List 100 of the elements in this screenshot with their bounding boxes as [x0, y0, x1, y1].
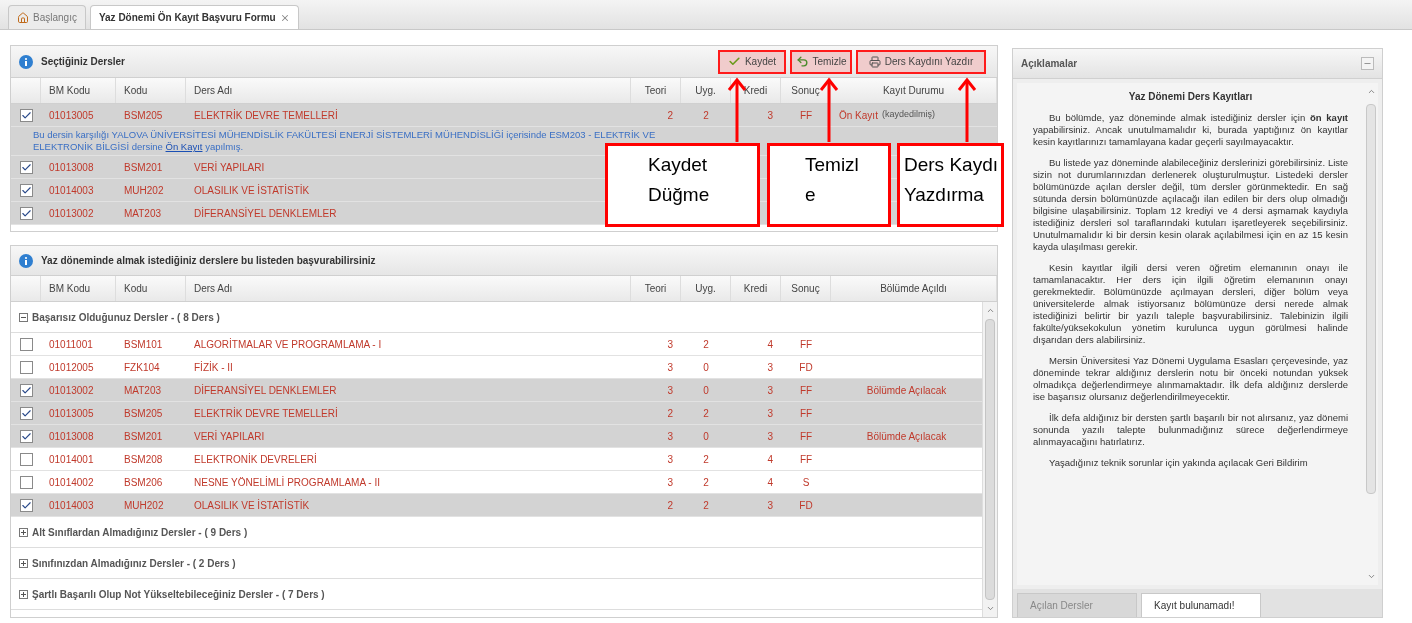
table-cell-text: DİFERANSİYEL DENKLEMLER — [194, 206, 337, 221]
toolbar-button[interactable]: Ders Kaydını Yazdır — [856, 49, 986, 74]
table-cell-text: 0 — [703, 383, 709, 398]
table-cell-text: FF — [799, 452, 813, 467]
table-cell-text: 3 — [667, 383, 673, 398]
table-cell-text: MAT203 — [124, 206, 162, 221]
close-icon[interactable] — [279, 12, 290, 23]
expand-icon[interactable] — [19, 527, 28, 537]
table-cell-text: Bölümde Açılacak — [866, 429, 947, 444]
paragraph: Mersin Üniversitesi Yaz Dönemi Uygulama Esasları çerçevesinde, yaz döneminde tekrar aldığınız derslerin notu bir önceki notundan yüksek olmadıkça değerlendirmeye alınmamaktadır. İlk defa aldığınız derslerde ise başarısız olursanız değerlendirilmeyecektir. — [1033, 355, 1348, 403]
table-cell-text: BSM101 — [124, 337, 163, 352]
table-cell-text: 01013002 — [49, 206, 94, 221]
table-cell-text: 2 — [703, 498, 709, 513]
column-header[interactable]: Uyg. — [695, 83, 716, 98]
column-header[interactable]: Teori — [644, 83, 667, 98]
column-header[interactable]: Kodu — [124, 281, 148, 296]
table-cell-text: 01012005 — [49, 360, 94, 375]
expand-icon[interactable] — [19, 558, 28, 568]
status-text: Ön Kayıt — [839, 108, 878, 123]
tab[interactable]: Yaz Dönemi Ön Kayıt Başvuru Formu — [89, 5, 299, 29]
tab[interactable]: Başlangıç — [8, 5, 86, 29]
table-cell-text: 2 — [703, 406, 709, 421]
collapse-icon[interactable] — [19, 312, 28, 322]
table-cell-text: MUH202 — [124, 183, 164, 198]
info-icon — [19, 253, 33, 268]
table-cell-text: 3 — [667, 337, 673, 352]
column-header[interactable]: Uyg. — [695, 281, 716, 296]
column-header[interactable]: Bölümde Açıldı — [880, 281, 947, 296]
checkbox[interactable] — [19, 360, 33, 374]
column-header[interactable]: Teori — [644, 281, 667, 296]
group-header[interactable]: Alt Sınıflardan Almadığınız Dersler - ( 9 Ders ) — [11, 517, 982, 548]
column-header[interactable]: Kredi — [743, 281, 768, 296]
expand-icon[interactable] — [19, 589, 28, 599]
column-header[interactable]: Kodu — [124, 83, 148, 98]
table-cell-text: 2 — [703, 108, 709, 123]
table-cell-text: 3 — [667, 475, 673, 490]
table-cell-text: 3 — [667, 360, 673, 375]
checkbox[interactable] — [19, 337, 33, 351]
table-cell-text: 2 — [667, 406, 673, 421]
column-header[interactable]: BM Kodu — [49, 83, 91, 98]
printer-icon — [868, 55, 881, 68]
table-cell-text: MUH202 — [124, 498, 164, 513]
table-cell-text: VERİ YAPILARI — [194, 429, 265, 444]
column-header[interactable]: BM Kodu — [49, 281, 91, 296]
table-cell-text: FD — [799, 360, 813, 375]
table-cell-text: DİFERANSİYEL DENKLEMLER — [194, 383, 337, 398]
checkbox[interactable] — [19, 429, 33, 443]
group-header[interactable]: Sınıfınızdan Almadığınız Dersler - ( 2 Ders ) — [11, 548, 982, 579]
table-cell-text: OLASILIK VE İSTATİSTİK — [194, 498, 310, 513]
table-cell-text: 01013005 — [49, 406, 94, 421]
table-cell-text: ELEKTRONİK DEVRELERİ — [194, 452, 317, 467]
checkbox[interactable] — [19, 160, 33, 174]
column-header[interactable]: Ders Adı — [194, 83, 233, 98]
table-cell-text: BSM206 — [124, 475, 163, 490]
paragraph: Yaşadığınız teknik sorunlar için yakında açılacak Geri Bildirim — [1048, 457, 1309, 469]
table-cell-text: 01013002 — [49, 383, 94, 398]
column-header[interactable]: Sonuç — [791, 83, 820, 98]
panel-title: Seçtiğiniz Dersler — [41, 55, 125, 69]
checkbox[interactable] — [19, 183, 33, 197]
table-cell-text: 3 — [667, 429, 673, 444]
table-cell-text: 4 — [767, 452, 773, 467]
table-cell-text: FF — [799, 383, 813, 398]
tab[interactable]: Kayıt bulunamadı! — [1141, 593, 1261, 617]
checkbox[interactable] — [19, 108, 33, 122]
table-cell-text: 0 — [703, 429, 709, 444]
paragraph: Bu listede yaz döneminde alabileceğiniz derslerinizi görebilirsiniz. Liste sizin not durumlarınızdan derlenerek oluşturulmuştur. Listedeki dersler bölümünüzde açılan dersler değil, tüm dersler görünmektedir. En sağ sütunda dersin bölümünüzde açılacağı ilan edilen bir ders olup olmadığı bilgisine ulaşabilirsiniz. Toplam 12 krediyi ve 4 dersi aşmamak kaydıyla istediğiniz dersleri sol taraflarındaki kutuları işaretleyerek seçebilirsiniz. Unutulmamalıdır ki bir dersin kesin olarak açılabilmesi için en az 15 kesin kayda ulaşılması gerekir. — [1033, 157, 1348, 253]
checkbox[interactable] — [19, 498, 33, 512]
column-header[interactable]: Kayıt Durumu — [882, 83, 945, 98]
table-cell-text: BSM205 — [124, 108, 163, 123]
scroll-down-icon[interactable] — [1366, 572, 1376, 581]
check-icon — [727, 55, 741, 68]
group-header[interactable]: Şartlı Başarılı Olup Not Yükseltebileceğiniz Dersler - ( 7 Ders ) — [11, 579, 982, 610]
table-cell-text: 0 — [703, 360, 709, 375]
table-cell-text: MAT203 — [124, 383, 162, 398]
scrollbar[interactable] — [982, 302, 997, 617]
column-header[interactable]: Kredi — [743, 83, 768, 98]
column-header[interactable]: Ders Adı — [194, 281, 233, 296]
table-cell-text: ELEKTRİK DEVRE TEMELLERİ — [194, 108, 338, 123]
table-cell-text: FF — [799, 108, 813, 123]
scroll-down-icon[interactable] — [985, 604, 995, 613]
table-cell-text: NESNE YÖNELİMLİ PROGRAMLAMA - II — [194, 475, 380, 490]
table-cell-text: 3 — [767, 360, 773, 375]
toolbar-button[interactable]: Kaydet — [718, 49, 786, 74]
checkbox[interactable] — [19, 406, 33, 420]
table-cell-text: 01014003 — [49, 498, 94, 513]
column-header[interactable]: Sonuç — [791, 281, 820, 296]
toolbar-button[interactable]: Temizle — [790, 49, 852, 74]
arrow — [957, 77, 977, 142]
checkbox[interactable] — [19, 475, 33, 489]
table-cell-text: 2 — [667, 498, 673, 513]
table-cell-text: 3 — [767, 108, 773, 123]
table-cell-text: BSM201 — [124, 429, 163, 444]
scroll-up-icon[interactable] — [985, 306, 995, 315]
table-cell-text: S — [802, 475, 810, 490]
scroll-up-icon[interactable] — [1366, 87, 1376, 96]
checkbox[interactable] — [19, 452, 33, 466]
collapse-button[interactable] — [1361, 57, 1374, 70]
checkbox[interactable] — [19, 383, 33, 397]
pre-registration-link[interactable]: Ön Kayıt — [165, 141, 203, 152]
checkbox[interactable] — [19, 206, 33, 220]
